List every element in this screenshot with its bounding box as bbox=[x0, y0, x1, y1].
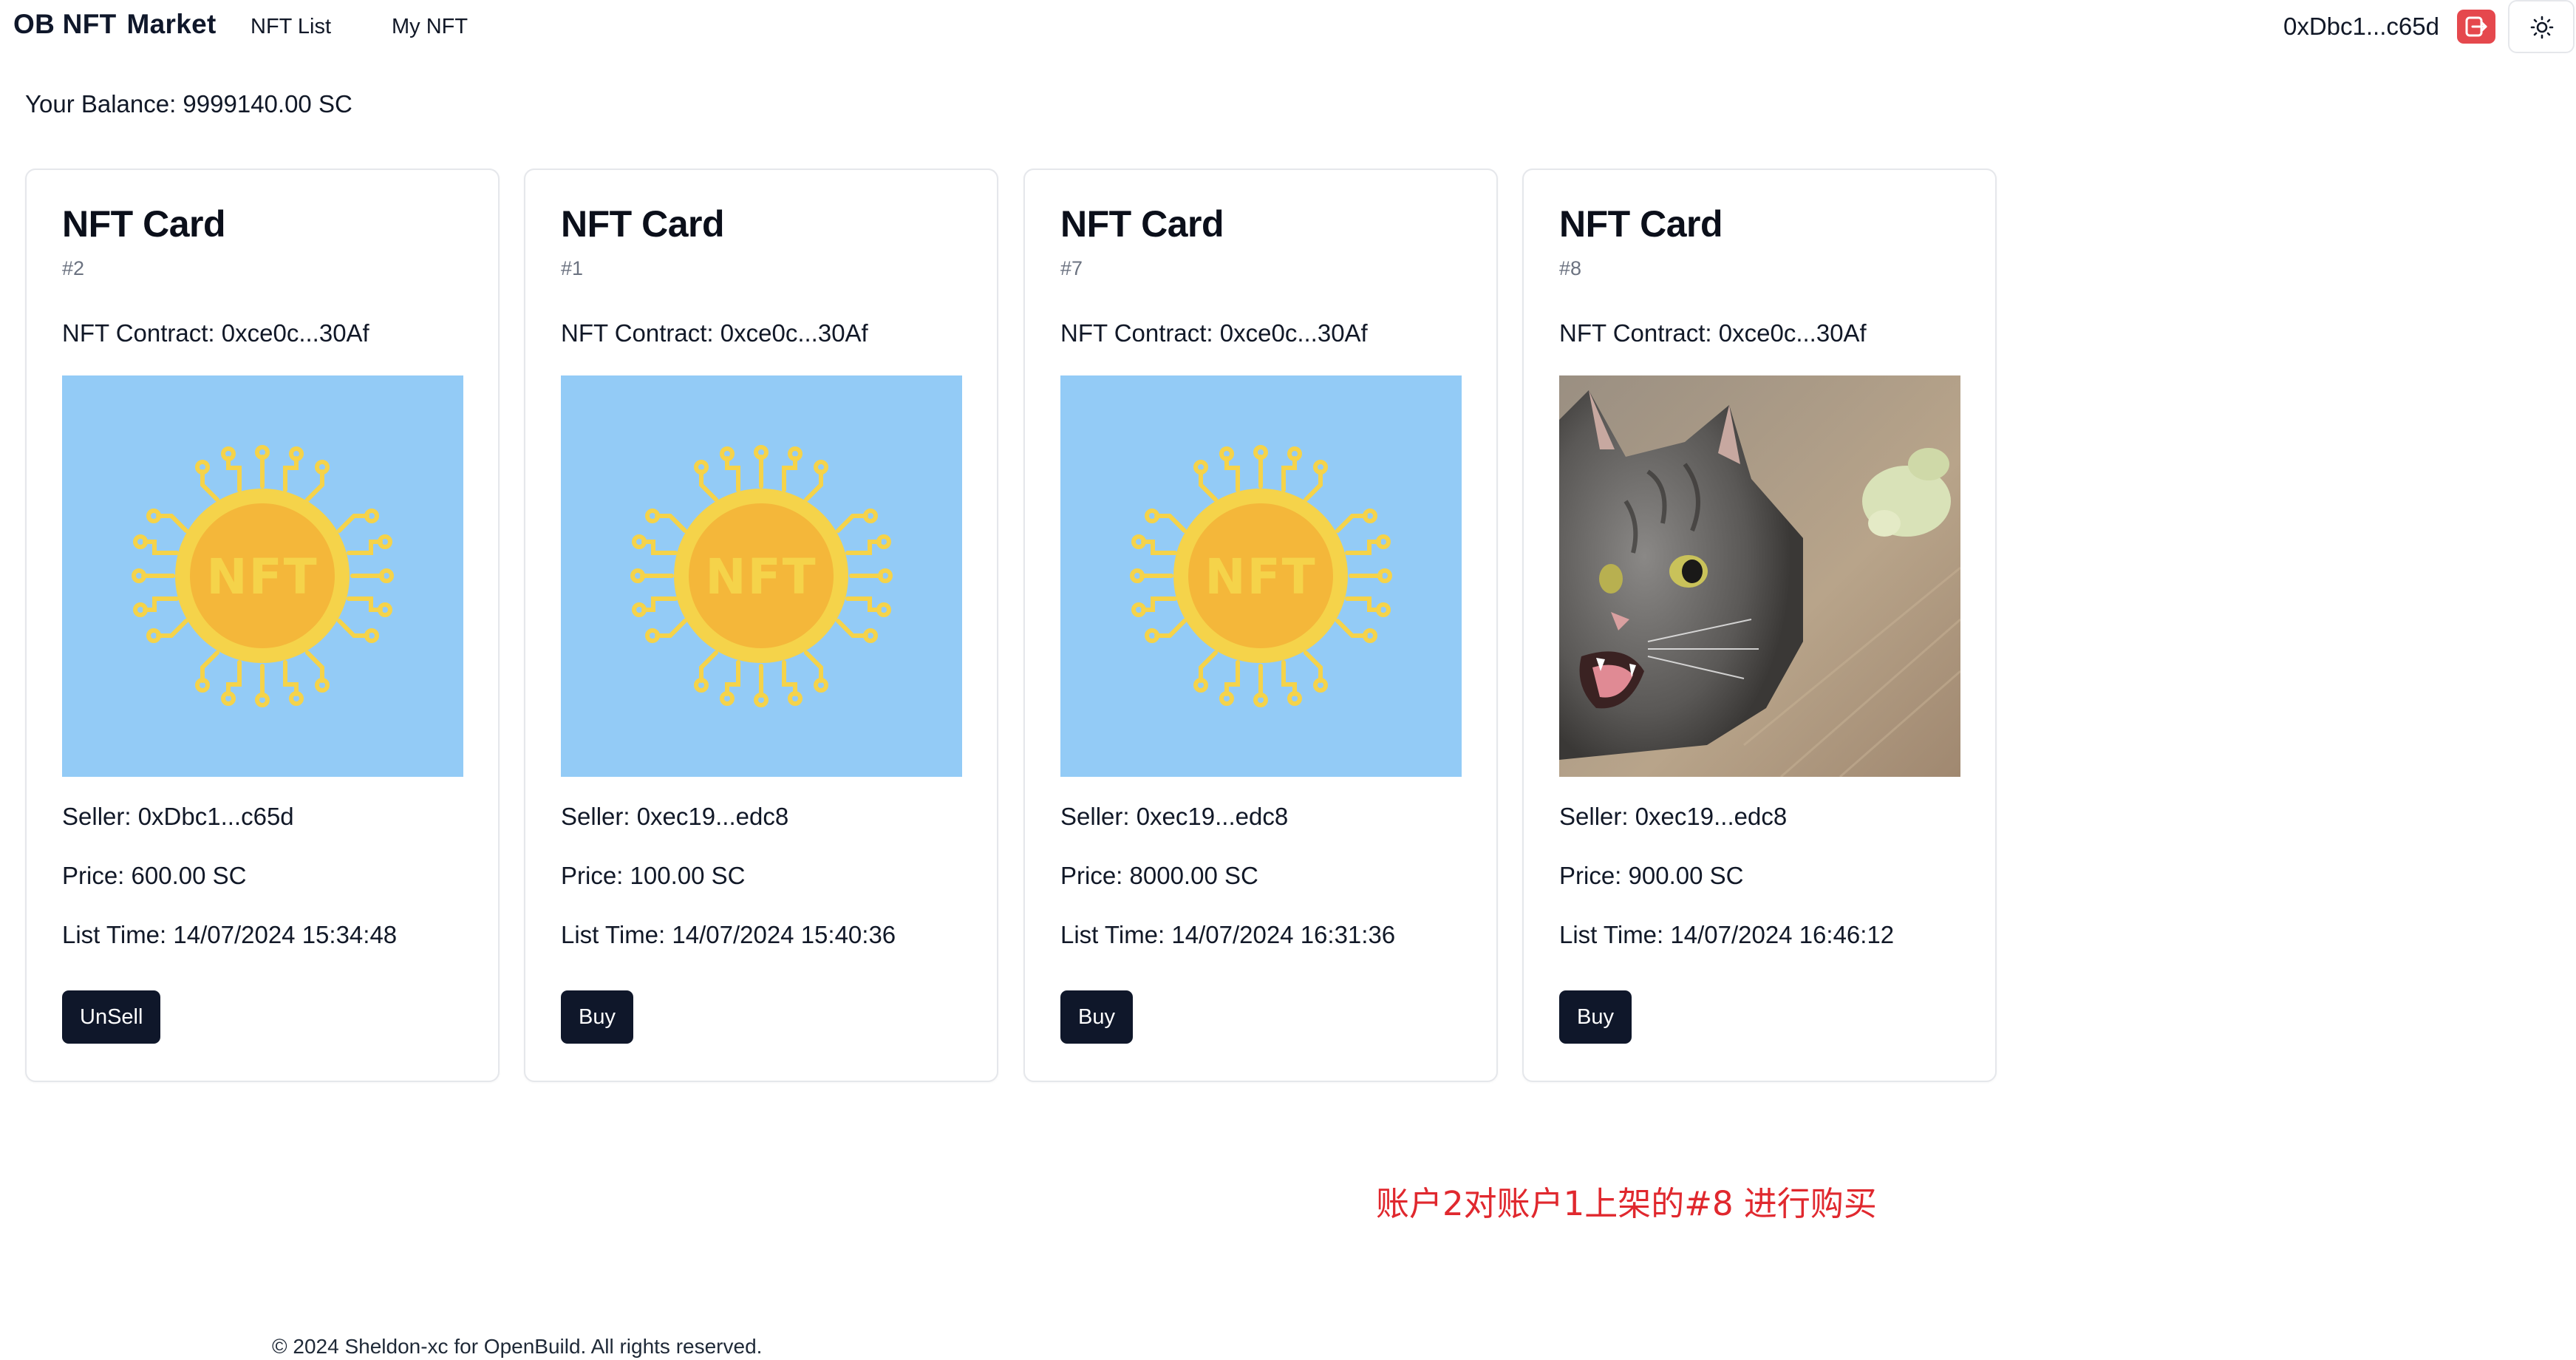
top-navbar: OB NFT Market NFT List My NFT 0xDbc1...c6… bbox=[0, 0, 2576, 56]
card-list-time: List Time: 14/07/2024 16:46:12 bbox=[1559, 921, 1895, 948]
card-title: NFT Card bbox=[1060, 203, 1224, 245]
buy-button[interactable]: Buy bbox=[561, 990, 633, 1044]
nft-card: NFT Card #7 NFT Contract: 0xce0c...30Af … bbox=[1023, 169, 1498, 1082]
wallet-address: 0xDbc1...c65d bbox=[2283, 13, 2439, 40]
card-price: Price: 100.00 SC bbox=[561, 862, 746, 889]
brand-logo[interactable]: OB NFT Market bbox=[13, 9, 217, 40]
card-seller: Seller: 0xec19...edc8 bbox=[1559, 803, 1788, 830]
card-title: NFT Card bbox=[62, 203, 226, 245]
nft-image bbox=[561, 375, 962, 777]
card-token-id: #1 bbox=[561, 257, 584, 279]
card-token-id: #8 bbox=[1559, 257, 1582, 279]
sun-icon bbox=[2530, 16, 2554, 39]
nft-card: NFT Card #1 NFT Contract: 0xce0c...30Af … bbox=[524, 169, 998, 1082]
logout-button[interactable] bbox=[2457, 10, 2495, 44]
buy-button[interactable]: Buy bbox=[1559, 990, 1632, 1044]
card-list-time: List Time: 14/07/2024 16:31:36 bbox=[1060, 921, 1396, 948]
nav-my-nft[interactable]: My NFT bbox=[392, 15, 468, 39]
theme-toggle-button[interactable] bbox=[2508, 0, 2575, 53]
buy-button[interactable]: Buy bbox=[1060, 990, 1133, 1044]
nav-nft-list[interactable]: NFT List bbox=[251, 15, 331, 39]
card-price: Price: 900.00 SC bbox=[1559, 862, 1744, 889]
card-list-time: List Time: 14/07/2024 15:34:48 bbox=[62, 921, 398, 948]
card-token-id: #7 bbox=[1060, 257, 1083, 279]
card-list-time: List Time: 14/07/2024 15:40:36 bbox=[561, 921, 896, 948]
card-contract: NFT Contract: 0xce0c...30Af bbox=[62, 319, 369, 347]
card-seller: Seller: 0xDbc1...c65d bbox=[62, 803, 294, 830]
card-price: Price: 8000.00 SC bbox=[1060, 862, 1258, 889]
card-title: NFT Card bbox=[1559, 203, 1723, 245]
card-contract: NFT Contract: 0xce0c...30Af bbox=[561, 319, 868, 347]
balance-text: Your Balance: 9999140.00 SC bbox=[25, 90, 352, 118]
nft-card: NFT Card #2 NFT Contract: 0xce0c...30Af … bbox=[25, 169, 500, 1082]
logout-icon bbox=[2465, 16, 2487, 37]
cat-image bbox=[1559, 375, 1960, 777]
card-seller: Seller: 0xec19...edc8 bbox=[1060, 803, 1289, 830]
nft-image bbox=[62, 375, 463, 777]
card-price: Price: 600.00 SC bbox=[62, 862, 247, 889]
brand-text-left: OB NFT bbox=[13, 9, 117, 39]
card-title: NFT Card bbox=[561, 203, 725, 245]
card-contract: NFT Contract: 0xce0c...30Af bbox=[1559, 319, 1867, 347]
card-seller: Seller: 0xec19...edc8 bbox=[561, 803, 789, 830]
card-token-id: #2 bbox=[62, 257, 85, 279]
nft-card: NFT Card #8 NFT Contract: 0xce0c...30Af bbox=[1522, 169, 1997, 1082]
nft-image bbox=[1060, 375, 1462, 777]
unsell-button[interactable]: UnSell bbox=[62, 990, 161, 1044]
annotation-note: 账户2对账户1上架的#8 进行购买 bbox=[1376, 1184, 1877, 1223]
footer-copyright: © 2024 Sheldon-xc for OpenBuild. All rig… bbox=[272, 1335, 763, 1358]
brand-text-right: Market bbox=[126, 9, 217, 39]
card-contract: NFT Contract: 0xce0c...30Af bbox=[1060, 319, 1368, 347]
